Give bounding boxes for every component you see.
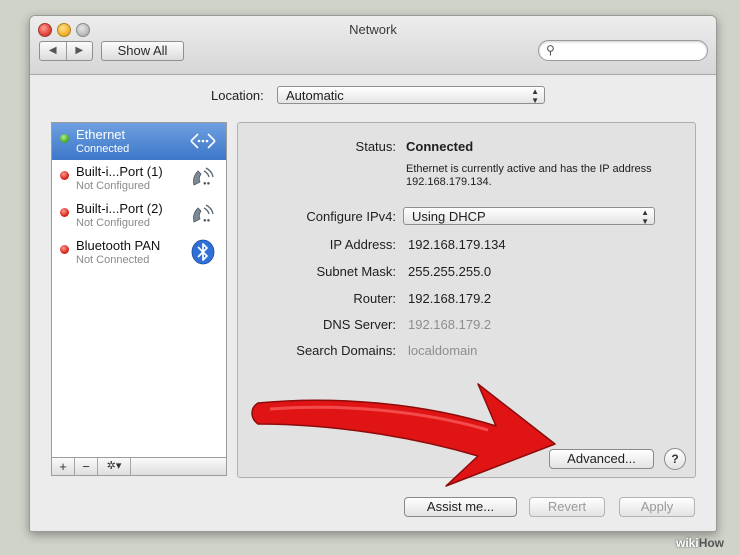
service-name: Built-i...Port (2) [76, 201, 163, 216]
configure-ipv4-value: Using DHCP [412, 209, 486, 224]
status-indicator-red [60, 245, 69, 254]
apply-button[interactable]: Apply [619, 497, 695, 517]
search-field[interactable]: ⚲ [538, 40, 708, 61]
show-all-button[interactable]: Show All [101, 41, 184, 61]
modem-icon: ●● [193, 204, 214, 224]
service-item-bluetooth-pan[interactable]: Bluetooth PAN Not Connected [52, 234, 226, 271]
location-label: Location: [211, 88, 264, 103]
revert-button[interactable]: Revert [529, 497, 605, 517]
status-label: Status: [355, 139, 396, 154]
remove-service-button[interactable]: − [75, 458, 98, 475]
search-icon: ⚲ [546, 43, 555, 57]
service-item-builtin-port-1[interactable]: Built-i...Port (1) Not Configured ●● [52, 160, 226, 197]
dns-server-value: 192.168.179.2 [408, 317, 492, 332]
updown-arrows-icon: ▲ ▼ [641, 208, 649, 226]
search-domains-label: Search Domains: [296, 343, 396, 358]
service-status: Not Connected [76, 254, 150, 266]
status-indicator-green [60, 134, 69, 143]
service-list: Ethernet Connected Built-i...Port (1) No… [51, 122, 227, 466]
service-detail-panel: Status: Connected Ethernet is currently … [237, 122, 696, 478]
service-status: Not Configured [76, 180, 150, 192]
updown-arrows-icon: ▲ ▼ [531, 87, 539, 105]
service-name: Built-i...Port (1) [76, 164, 163, 179]
watermark-part-2: How [698, 536, 725, 550]
network-preferences-window: Network ◀ ▶ Show All ⚲ Location: Automat… [29, 15, 717, 532]
location-select[interactable]: Automatic ▲ ▼ [277, 86, 545, 105]
configure-ipv4-select[interactable]: Using DHCP ▲ ▼ [403, 207, 655, 226]
service-item-ethernet[interactable]: Ethernet Connected [52, 123, 226, 160]
add-service-button[interactable]: + [52, 458, 75, 475]
router-label: Router: [353, 291, 396, 306]
service-name: Ethernet [76, 127, 126, 142]
service-item-builtin-port-2[interactable]: Built-i...Port (2) Not Configured ●● [52, 197, 226, 234]
watermark: wikiHow [676, 536, 724, 550]
svg-text:●●: ●● [203, 181, 211, 187]
watermark-part-1: wiki [676, 536, 699, 550]
forward-button[interactable]: ▶ [65, 42, 93, 60]
service-status: Not Configured [76, 217, 150, 229]
svg-text:●●: ●● [203, 218, 211, 224]
search-input[interactable] [561, 42, 705, 60]
subnet-mask-value: 255.255.255.0 [408, 264, 492, 279]
subnet-mask-label: Subnet Mask: [316, 264, 397, 279]
advanced-button[interactable]: Advanced... [549, 449, 654, 469]
configure-ipv4-label: Configure IPv4: [306, 209, 396, 224]
dns-server-label: DNS Server: [323, 317, 396, 332]
status-indicator-red [60, 208, 69, 217]
service-list-toolbar: + − ✲▾ [51, 457, 227, 476]
router-value: 192.168.179.2 [408, 291, 492, 306]
service-name: Bluetooth PAN [76, 238, 161, 253]
ip-address-label: IP Address: [329, 237, 396, 252]
service-status: Connected [76, 143, 130, 155]
back-button[interactable]: ◀ [40, 42, 66, 60]
ip-address-value: 192.168.179.134 [408, 237, 506, 252]
search-domains-value: localdomain [408, 343, 478, 358]
back-forward-buttons: ◀ ▶ [39, 41, 93, 61]
status-indicator-red [60, 171, 69, 180]
assist-me-button[interactable]: Assist me... [404, 497, 517, 517]
bluetooth-icon [191, 239, 215, 265]
ethernet-icon [190, 133, 216, 149]
gear-menu-button[interactable]: ✲▾ [98, 458, 131, 475]
status-value: Connected [406, 139, 474, 154]
modem-icon: ●● [193, 167, 214, 187]
help-button[interactable]: ? [664, 448, 686, 470]
status-description: Ethernet is currently active and has the… [406, 163, 652, 188]
title-bar: Network ◀ ▶ Show All ⚲ [30, 16, 716, 75]
location-value: Automatic [286, 88, 344, 103]
window-title: Network [349, 22, 397, 37]
